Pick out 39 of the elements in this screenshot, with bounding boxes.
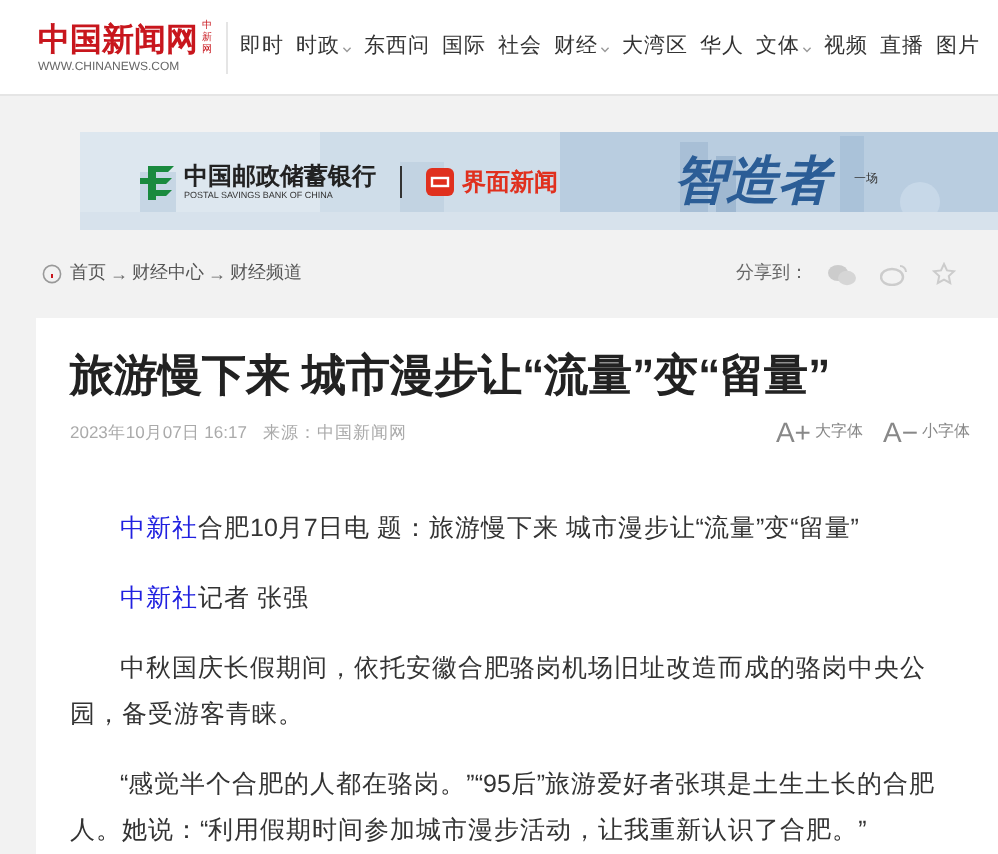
chevron-down-icon bbox=[342, 46, 352, 54]
nav-link[interactable]: 即时 bbox=[240, 31, 284, 63]
bank-logo-icon bbox=[136, 161, 176, 201]
agency-link[interactable]: 中新社 bbox=[120, 584, 198, 612]
nav-link[interactable]: 财经 bbox=[554, 31, 610, 63]
breadcrumb-link[interactable]: 财经中心 bbox=[132, 260, 204, 288]
nav-link[interactable]: 社会 bbox=[498, 31, 542, 63]
agency-link[interactable]: 中新社 bbox=[120, 514, 198, 542]
partner-name: 界面新闻 bbox=[462, 165, 558, 199]
breadcrumb-link[interactable]: 财经频道 bbox=[230, 260, 302, 288]
chat-bubbles-icon[interactable] bbox=[828, 263, 856, 285]
article-paragraph: “感觉半个合肥的人都在骆岗。”“95后”旅游爱好者张琪是土生土长的合肥人。她说：“利用假期时间参加城市漫步活动，让我重新认识了合肥。” bbox=[70, 768, 938, 848]
nav-link[interactable]: 视频 bbox=[824, 31, 868, 63]
nav-link[interactable]: 文体 bbox=[756, 31, 812, 63]
nav-link[interactable]: 时政 bbox=[296, 31, 352, 63]
weibo-icon[interactable] bbox=[880, 263, 908, 285]
nav-link[interactable]: 国际 bbox=[442, 31, 486, 63]
article-paragraph: 中秋国庆长假期间，依托安徽合肥骆岗机场旧址改造而成的骆岗中央公园，备受游客青睐。 bbox=[70, 652, 928, 732]
nav-link[interactable]: 东西问 bbox=[364, 31, 430, 63]
breadcrumb-separator: → bbox=[208, 265, 226, 283]
nav-link[interactable]: 图片 bbox=[936, 31, 980, 63]
article-paragraph: 中新社合肥10月7日电 题：旅游慢下来 城市漫步让“流量”变“留量” bbox=[118, 512, 861, 546]
star-icon[interactable] bbox=[932, 262, 956, 286]
partner-logo-icon bbox=[426, 167, 454, 195]
nav-link[interactable]: 大湾区 bbox=[622, 31, 688, 63]
article-source: 来源：中国新闻网 bbox=[262, 419, 407, 445]
bank-name: 中国邮政储蓄银行 bbox=[184, 161, 376, 189]
site-logo[interactable]: 中国新闻网 bbox=[38, 19, 198, 59]
publish-date: 2023年10月07日 16:17 bbox=[70, 419, 247, 445]
nav-link[interactable]: 华人 bbox=[700, 31, 744, 63]
breadcrumb-link[interactable]: 首页 bbox=[70, 260, 106, 288]
nav-link[interactable]: 直播 bbox=[880, 31, 924, 63]
breadcrumb-separator: → bbox=[110, 265, 128, 283]
chevron-down-icon bbox=[802, 46, 812, 54]
share-label: 分享到： bbox=[736, 260, 808, 287]
article-title: 旅游慢下来 城市漫步让“流量”变“留量” bbox=[70, 348, 833, 404]
chevron-down-icon bbox=[600, 46, 610, 54]
home-icon bbox=[42, 264, 62, 284]
article-paragraph: 中新社记者 张强 bbox=[118, 582, 311, 616]
